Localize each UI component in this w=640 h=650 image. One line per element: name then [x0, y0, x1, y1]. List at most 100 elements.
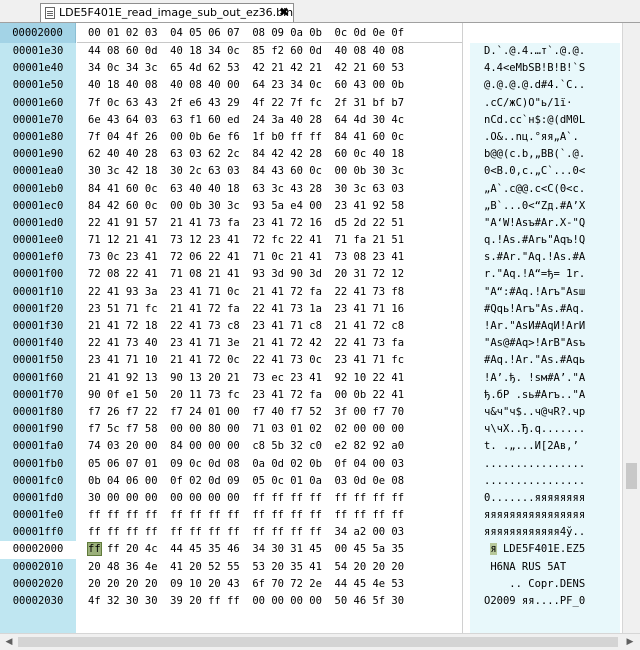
scroll-right-arrow-icon[interactable]: ▶	[622, 634, 638, 650]
horizontal-scroll-thumb[interactable]	[18, 637, 618, 647]
row-ascii[interactable]: D.`.@.4.…т`.@.@.	[484, 43, 585, 60]
cursor-byte[interactable]: ff	[87, 542, 102, 557]
row-offset: 00001ff0	[12, 526, 64, 539]
row-offset: 00002000	[0, 541, 76, 559]
row-hex-bytes[interactable]: 7f 0c 63 43 2f e6 43 29 4f 22 7f fc 2f 3…	[88, 95, 404, 112]
hex-row: 00001f50 23 41 71 10 21 41 72 0c 22 41 73…	[0, 352, 640, 369]
row-hex-bytes[interactable]: 34 0c 34 3c 65 4d 62 53 42 21 42 21 42 2…	[88, 60, 404, 77]
row-ascii[interactable]: "As@#Aq>!ArB"Asъ	[484, 335, 585, 352]
row-hex-bytes[interactable]: 4f 32 30 30 39 20 ff ff 00 00 00 00 50 4…	[88, 593, 404, 610]
row-offset: 00002010	[12, 560, 64, 573]
scroll-left-arrow-icon[interactable]: ◀	[1, 634, 17, 650]
row-hex-bytes[interactable]: 74 03 20 00 84 00 00 00 c8 5b 32 c0 e2 8…	[88, 438, 404, 455]
row-hex-bytes[interactable]: ff ff ff ff ff ff ff ff ff ff ff ff 34 a…	[88, 524, 404, 541]
row-hex-bytes[interactable]: 73 0c 23 41 72 06 22 41 71 0c 21 41 73 0…	[88, 249, 404, 266]
row-hex-bytes[interactable]: 40 18 40 08 40 08 40 00 64 23 34 0c 60 4…	[88, 77, 404, 94]
vertical-scroll-thumb[interactable]	[626, 463, 637, 489]
row-ascii[interactable]: ч\чX..Ђ.q.......	[484, 421, 585, 438]
row-hex-bytes[interactable]: 62 40 40 28 63 03 62 2c 84 42 42 28 60 0…	[88, 146, 404, 163]
row-hex-bytes[interactable]: 84 42 60 0c 00 0b 30 3c 93 5a e4 00 23 4…	[88, 198, 404, 215]
row-offset: 00001f20	[12, 302, 64, 315]
column-header-labels: 00 01 02 03 04 05 06 07 08 09 0a 0b 0c 0…	[88, 27, 405, 39]
hex-row: 00001f10 22 41 93 3a 23 41 71 0c 21 41 72…	[0, 284, 640, 301]
row-ascii[interactable]: r."Aq.!A“=ђ= 1r.	[484, 266, 585, 283]
close-tab-icon[interactable]: ✖	[279, 4, 289, 21]
row-ascii[interactable]: @.@.@.@.d#4.`C..	[484, 77, 585, 94]
row-hex-bytes[interactable]: 22 41 73 40 23 41 71 3e 21 41 72 42 22 4…	[88, 335, 404, 352]
row-ascii[interactable]: ђ.бP .sь#Arъ.."A	[484, 387, 585, 404]
row-ascii[interactable]: s.#Ar."Aq.!As.#A	[484, 249, 585, 266]
row-offset: 00001fe0	[12, 509, 64, 522]
row-ascii[interactable]: nCd.cс`н$:@(dM0L	[484, 112, 585, 129]
row-hex-bytes[interactable]: 30 00 00 00 00 00 00 00 ff ff ff ff ff f…	[88, 490, 404, 507]
row-hex-bytes[interactable]: 7f 04 4f 26 00 0b 6e f6 1f b0 ff ff 84 4…	[88, 129, 404, 146]
horizontal-scrollbar[interactable]: ◀ ▶	[0, 633, 640, 650]
row-ascii[interactable]: „A`.c@@.c<C(0<c.	[484, 181, 585, 198]
row-ascii[interactable]: ч&ч"ч$..ч@чR?.чp	[484, 404, 585, 421]
row-hex-bytes[interactable]: 23 51 71 fc 21 41 72 fa 22 41 73 1a 23 4…	[88, 301, 404, 318]
cursor-char[interactable]: я	[490, 543, 497, 556]
row-hex-bytes[interactable]: 90 0f e1 50 20 11 73 fc 23 41 72 fa 00 0…	[88, 387, 404, 404]
hex-row: 00001e80 7f 04 4f 26 00 0b 6e f6 1f b0 ff…	[0, 129, 640, 146]
row-hex-bytes[interactable]: 30 3c 42 18 30 2c 63 03 84 43 60 0c 00 0…	[88, 163, 404, 180]
hex-row: 00001ed0 22 41 91 57 21 41 73 fa 23 41 72…	[0, 215, 640, 232]
row-hex-bytes[interactable]: 0b 04 06 00 0f 02 0d 09 05 0c 01 0a 03 0…	[88, 473, 404, 490]
hex-row: 00001ef0 73 0c 23 41 72 06 22 41 71 0c 21…	[0, 249, 640, 266]
row-offset: 00001f10	[12, 285, 64, 298]
row-hex-bytes[interactable]: 84 41 60 0c 63 40 40 18 63 3c 43 28 30 3…	[88, 181, 404, 198]
row-offset: 00001e50	[12, 79, 64, 92]
row-ascii[interactable]: ................	[484, 456, 585, 473]
row-ascii[interactable]: q.!As.#Arь"Aqъ!Q	[484, 232, 585, 249]
row-ascii[interactable]: #Aq.!Ar."As.#Aqь	[484, 352, 585, 369]
row-hex-bytes[interactable]: 20 48 36 4e 41 20 52 55 53 20 35 41 54 2…	[88, 559, 404, 576]
row-hex-bytes[interactable]: 71 12 21 41 73 12 23 41 72 fc 22 41 71 f…	[88, 232, 404, 249]
hex-row: 00001e60 7f 0c 63 43 2f e6 43 29 4f 22 7f…	[0, 95, 640, 112]
row-ascii[interactable]: H6NA RUS 5AT	[484, 559, 585, 576]
row-ascii[interactable]: #Qqь!Arъ"As.#Aq.	[484, 301, 585, 318]
vertical-scrollbar[interactable]	[622, 23, 640, 633]
row-hex-bytes[interactable]: 20 20 20 20 09 10 20 43 6f 70 72 2e 44 4…	[88, 576, 404, 593]
hex-row: 00001fa0 74 03 20 00 84 00 00 00 c8 5b 32…	[0, 438, 640, 455]
row-ascii[interactable]: яяяяяяяяяяяяяяяя	[484, 507, 585, 524]
row-ascii[interactable]: .cC/жC)O"ь/1ї·	[484, 95, 573, 112]
row-ascii[interactable]: !Ar."AsИ#AqИ!ArИ	[484, 318, 585, 335]
row-offset: 00001f60	[12, 371, 64, 384]
hex-row: 00001fe0 ff ff ff ff ff ff ff ff ff ff ff…	[0, 507, 640, 524]
row-offset: 00001e80	[12, 130, 64, 143]
row-hex-bytes[interactable]: 22 41 93 3a 23 41 71 0c 21 41 72 fa 22 4…	[88, 284, 404, 301]
row-offset: 00001e60	[12, 96, 64, 109]
row-hex-bytes[interactable]: ff ff ff ff ff ff ff ff ff ff ff ff ff f…	[88, 507, 404, 524]
row-ascii[interactable]: !A’.ђ. !sм#A’."A	[484, 370, 585, 387]
row-hex-bytes[interactable]: 72 08 22 41 71 08 21 41 93 3d 90 3d 20 3…	[88, 266, 404, 283]
row-ascii[interactable]: 0<B.0,c.„C`...0<	[484, 163, 585, 180]
row-ascii[interactable]: 0.......яяяяяяяя	[484, 490, 585, 507]
row-hex-bytes[interactable]: f7 26 f7 22 f7 24 01 00 f7 40 f7 52 3f 0…	[88, 404, 404, 421]
row-ascii[interactable]: я LDE5F401E.EZ5	[484, 541, 585, 558]
row-ascii[interactable]: O2009 яя....PF_0	[484, 593, 585, 610]
row-hex-bytes[interactable]: 21 41 72 18 22 41 73 c8 23 41 71 c8 21 4…	[88, 318, 404, 335]
row-ascii[interactable]: ................	[484, 473, 585, 490]
row-hex-bytes[interactable]: f7 5c f7 58 00 00 80 00 71 03 01 02 02 0…	[88, 421, 404, 438]
row-hex-bytes[interactable]: 05 06 07 01 09 0c 0d 08 0a 0d 02 0b 0f 0…	[88, 456, 404, 473]
row-hex-bytes[interactable]: ff ff 20 4c 44 45 35 46 34 30 31 45 00 4…	[87, 541, 404, 558]
row-hex-bytes[interactable]: 44 08 60 0d 40 18 34 0c 85 f2 60 0d 40 0…	[88, 43, 404, 60]
row-ascii[interactable]: яяяяяяяяяяяя4ў..	[484, 524, 585, 541]
row-ascii[interactable]: "A‘W!Asъ#Ar.Х-"Q	[484, 215, 585, 232]
row-ascii[interactable]: .. Copr.DENS	[484, 576, 585, 593]
hex-rows: 00001e30 44 08 60 0d 40 18 34 0c 85 f2 60…	[0, 43, 640, 610]
row-hex-bytes[interactable]: 23 41 71 10 21 41 72 0c 22 41 73 0c 23 4…	[88, 352, 404, 369]
file-tab-title[interactable]: LDE5F401E_read_image_sub_out_ez36.bin	[59, 4, 293, 21]
row-offset: 00001e30	[12, 45, 64, 57]
row-hex-bytes[interactable]: 21 41 92 13 90 13 20 21 73 ec 23 41 92 1…	[88, 370, 404, 387]
hex-row: 00001eb0 84 41 60 0c 63 40 40 18 63 3c 43…	[0, 181, 640, 198]
row-ascii[interactable]: "A“:#Aq.!Arъ"Asш	[484, 284, 585, 301]
row-hex-bytes[interactable]: 6e 43 64 03 63 f1 60 ed 24 3a 40 28 64 4…	[88, 112, 404, 129]
file-tab[interactable]: LDE5F401E_read_image_sub_out_ez36.bin ✖	[40, 3, 294, 22]
hex-row: 00001f70 90 0f e1 50 20 11 73 fc 23 41 72…	[0, 387, 640, 404]
row-ascii[interactable]: .O&..nц.°яя„A`.	[484, 129, 579, 146]
row-ascii[interactable]: „B`...0<“Zд.#A’X	[484, 198, 585, 215]
row-ascii[interactable]: t. .„...И[2Ав‚’	[484, 438, 585, 455]
row-hex-bytes[interactable]: 22 41 91 57 21 41 73 fa 23 41 72 16 d5 2…	[88, 215, 404, 232]
row-ascii[interactable]: 4.4<eMbSB!B!B!`S	[484, 60, 585, 77]
row-ascii[interactable]: b@@(c.b,„BB(`.@.	[484, 146, 585, 163]
